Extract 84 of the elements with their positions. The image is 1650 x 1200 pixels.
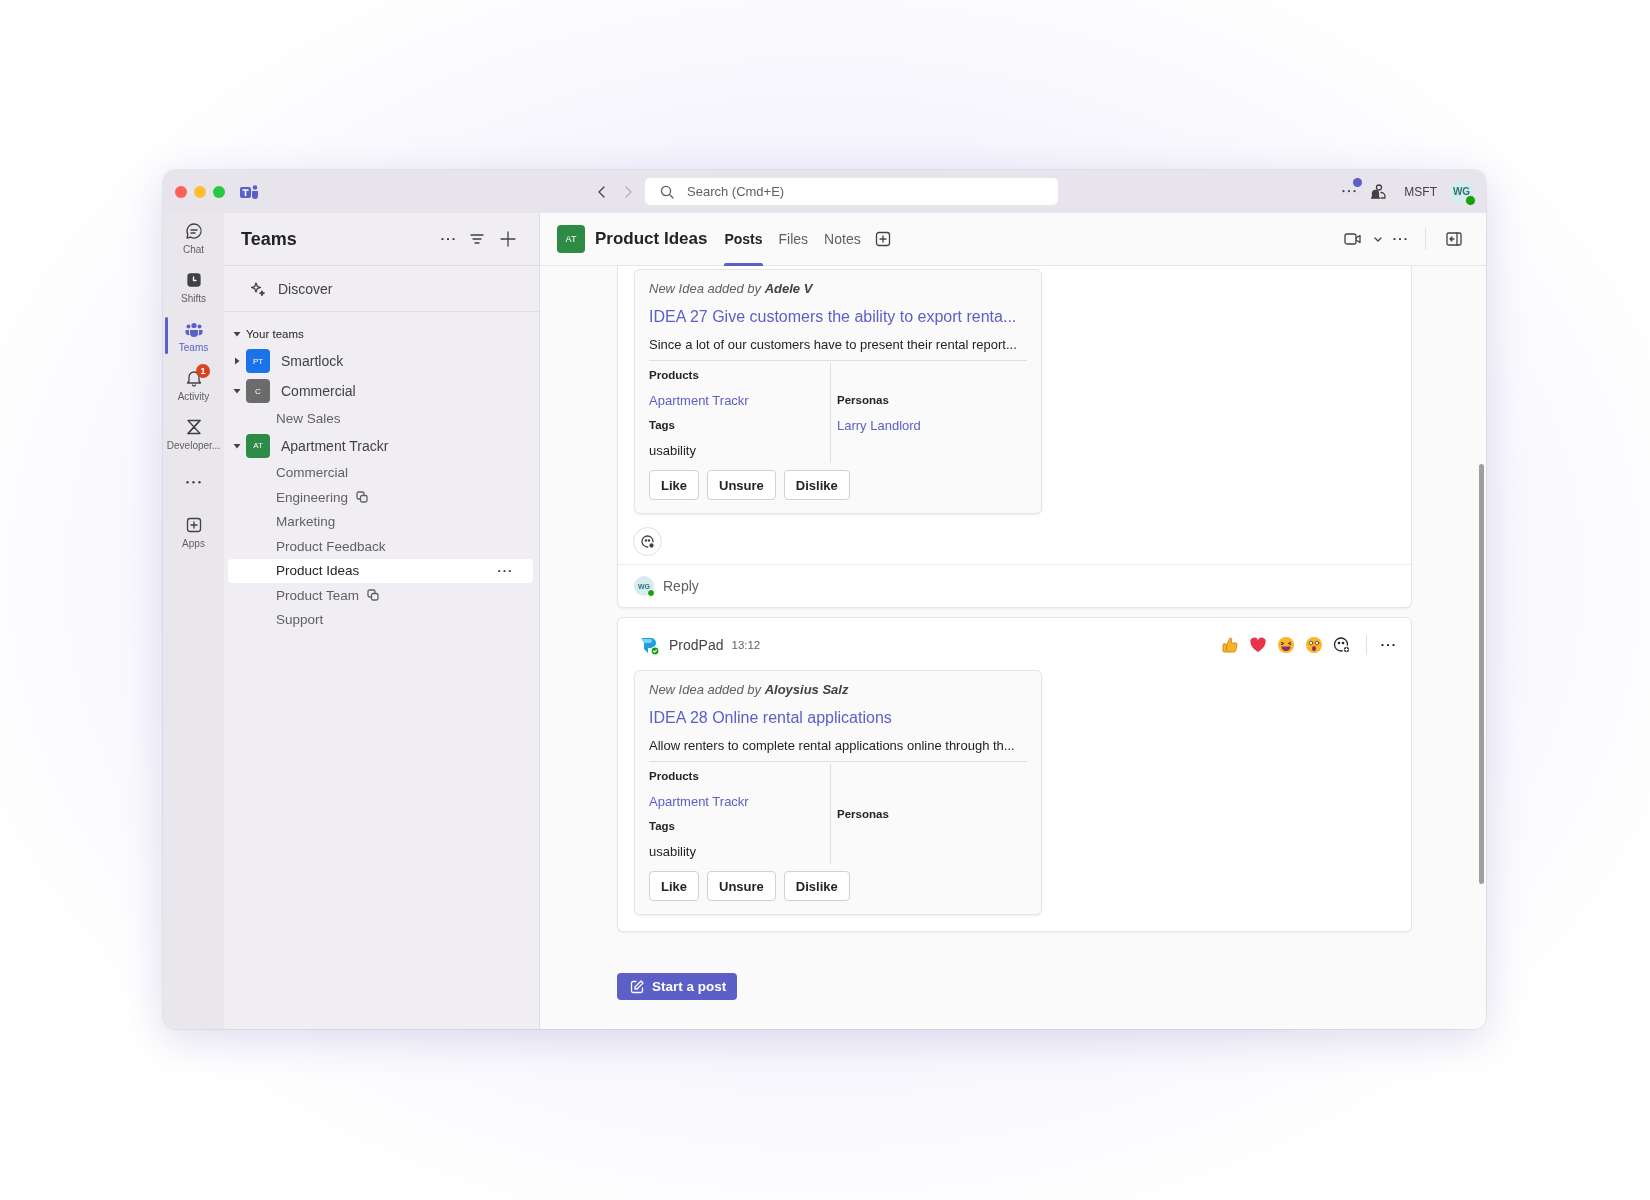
tag-text: usability bbox=[649, 843, 696, 861]
vote-button[interactable]: Like bbox=[649, 470, 699, 500]
idea-title-link[interactable]: IDEA 28 Online rental applications bbox=[649, 705, 892, 731]
channel-item[interactable]: New Sales bbox=[228, 406, 533, 431]
vote-button[interactable]: Dislike bbox=[783, 871, 850, 901]
laughing-face-icon[interactable] bbox=[1276, 635, 1296, 655]
vote-button[interactable]: Unsure bbox=[707, 470, 776, 500]
vote-button[interactable]: Unsure bbox=[707, 871, 776, 901]
rail-button[interactable]: Chat bbox=[163, 213, 224, 262]
added-by-text: New Idea added by Adele V bbox=[649, 280, 814, 298]
start-post-button[interactable]: Start a post bbox=[617, 973, 738, 1000]
section-label[interactable]: Your teams bbox=[246, 328, 304, 340]
discover-item[interactable]: Discover bbox=[224, 266, 539, 312]
team-avatar: AT bbox=[246, 433, 270, 458]
tag-text: usability bbox=[649, 442, 696, 460]
team-name[interactable]: Commercial bbox=[281, 383, 356, 399]
more-icon bbox=[186, 481, 201, 484]
vote-button[interactable]: Like bbox=[649, 871, 699, 901]
channel-item[interactable]: Product Feedback bbox=[228, 534, 533, 559]
field-label: Tags bbox=[649, 819, 675, 834]
rail-button[interactable]: Apps bbox=[163, 507, 224, 556]
thumbs-up-icon[interactable] bbox=[1220, 635, 1240, 655]
team-avatar: C bbox=[246, 379, 270, 403]
add-reaction-icon[interactable] bbox=[1332, 635, 1352, 655]
add-tab-icon[interactable] bbox=[874, 231, 891, 247]
caret-icon[interactable] bbox=[232, 329, 242, 339]
caret-icon[interactable] bbox=[232, 356, 242, 366]
chat-bubble-icon bbox=[183, 220, 204, 241]
more-options-icon[interactable] bbox=[1342, 190, 1357, 193]
field-label: Tags bbox=[649, 418, 675, 433]
surprised-face-icon[interactable] bbox=[1304, 635, 1324, 655]
rail-button[interactable]: Developer... bbox=[163, 409, 224, 458]
notification-badge: 1 bbox=[196, 364, 210, 378]
channel-tab[interactable]: Posts bbox=[716, 213, 771, 266]
add-reaction-button[interactable] bbox=[633, 527, 662, 556]
field-label: Personas bbox=[837, 806, 889, 822]
presence-status-icon bbox=[647, 589, 655, 597]
field-label: Personas bbox=[837, 393, 889, 408]
channel-item[interactable]: Commercial bbox=[228, 460, 533, 485]
channel-tab[interactable]: Notes bbox=[816, 213, 869, 266]
filter-icon[interactable] bbox=[469, 231, 485, 247]
idea-description: Since a lot of our customers have to present their rental report... bbox=[649, 336, 1018, 354]
sparkle-icon bbox=[250, 280, 266, 297]
side-panel-icon[interactable] bbox=[1444, 229, 1464, 249]
channel-item[interactable]: Marketing bbox=[228, 509, 533, 534]
more-options-icon[interactable] bbox=[498, 569, 511, 572]
rail-button[interactable]: Activity 1 bbox=[163, 360, 224, 409]
message-time: 13:12 bbox=[731, 639, 761, 651]
channel-avatar: AT bbox=[557, 225, 585, 253]
more-options-icon[interactable] bbox=[1393, 237, 1407, 241]
more-options-icon[interactable] bbox=[441, 237, 455, 241]
persona-link[interactable]: Larry Landlord bbox=[837, 413, 921, 438]
channel-title: Product Ideas bbox=[595, 229, 708, 249]
reply-button[interactable]: Reply bbox=[663, 578, 699, 594]
user-avatar[interactable]: WG bbox=[1449, 179, 1474, 204]
channel-item[interactable]: Product Team bbox=[228, 583, 533, 608]
search-field[interactable]: Search (Cmd+E) bbox=[645, 178, 1058, 205]
team-name[interactable]: Smartlock bbox=[281, 353, 344, 369]
add-reaction-icon bbox=[639, 533, 656, 550]
team-avatar: PT bbox=[246, 349, 270, 373]
add-icon[interactable] bbox=[499, 230, 517, 248]
field-label: Products bbox=[649, 769, 699, 784]
vote-button[interactable]: Dislike bbox=[783, 470, 850, 500]
caret-icon[interactable] bbox=[232, 386, 242, 396]
channel-item[interactable]: Engineering bbox=[228, 485, 533, 510]
compose-icon bbox=[629, 978, 645, 995]
product-link[interactable]: Apartment Trackr bbox=[649, 388, 749, 413]
channel-item[interactable]: Support bbox=[228, 607, 533, 632]
rail-button[interactable]: Teams bbox=[163, 311, 224, 360]
organization-name: MSFT bbox=[1404, 184, 1437, 199]
sidebar-title: Teams bbox=[241, 228, 298, 250]
team-name[interactable]: Apartment Trackr bbox=[281, 437, 389, 454]
rail-button[interactable]: Shifts bbox=[163, 262, 224, 311]
heart-icon[interactable] bbox=[1248, 635, 1268, 655]
idea-title-link[interactable]: IDEA 27 Give customers the ability to export renta... bbox=[649, 304, 1017, 330]
idea-description: Allow renters to complete rental applications online through th... bbox=[649, 737, 1016, 755]
product-link[interactable]: Apartment Trackr bbox=[649, 789, 749, 814]
more-options-icon[interactable] bbox=[1381, 643, 1395, 647]
added-by-text: New Idea added by Aloysius Salz bbox=[649, 681, 850, 699]
field-label: Products bbox=[649, 368, 699, 383]
bell-person-icon[interactable] bbox=[1368, 181, 1389, 202]
author-name: ProdPad bbox=[669, 637, 724, 653]
channel-tab[interactable]: Files bbox=[770, 213, 817, 266]
channel-item[interactable]: Product Ideas bbox=[228, 558, 533, 583]
